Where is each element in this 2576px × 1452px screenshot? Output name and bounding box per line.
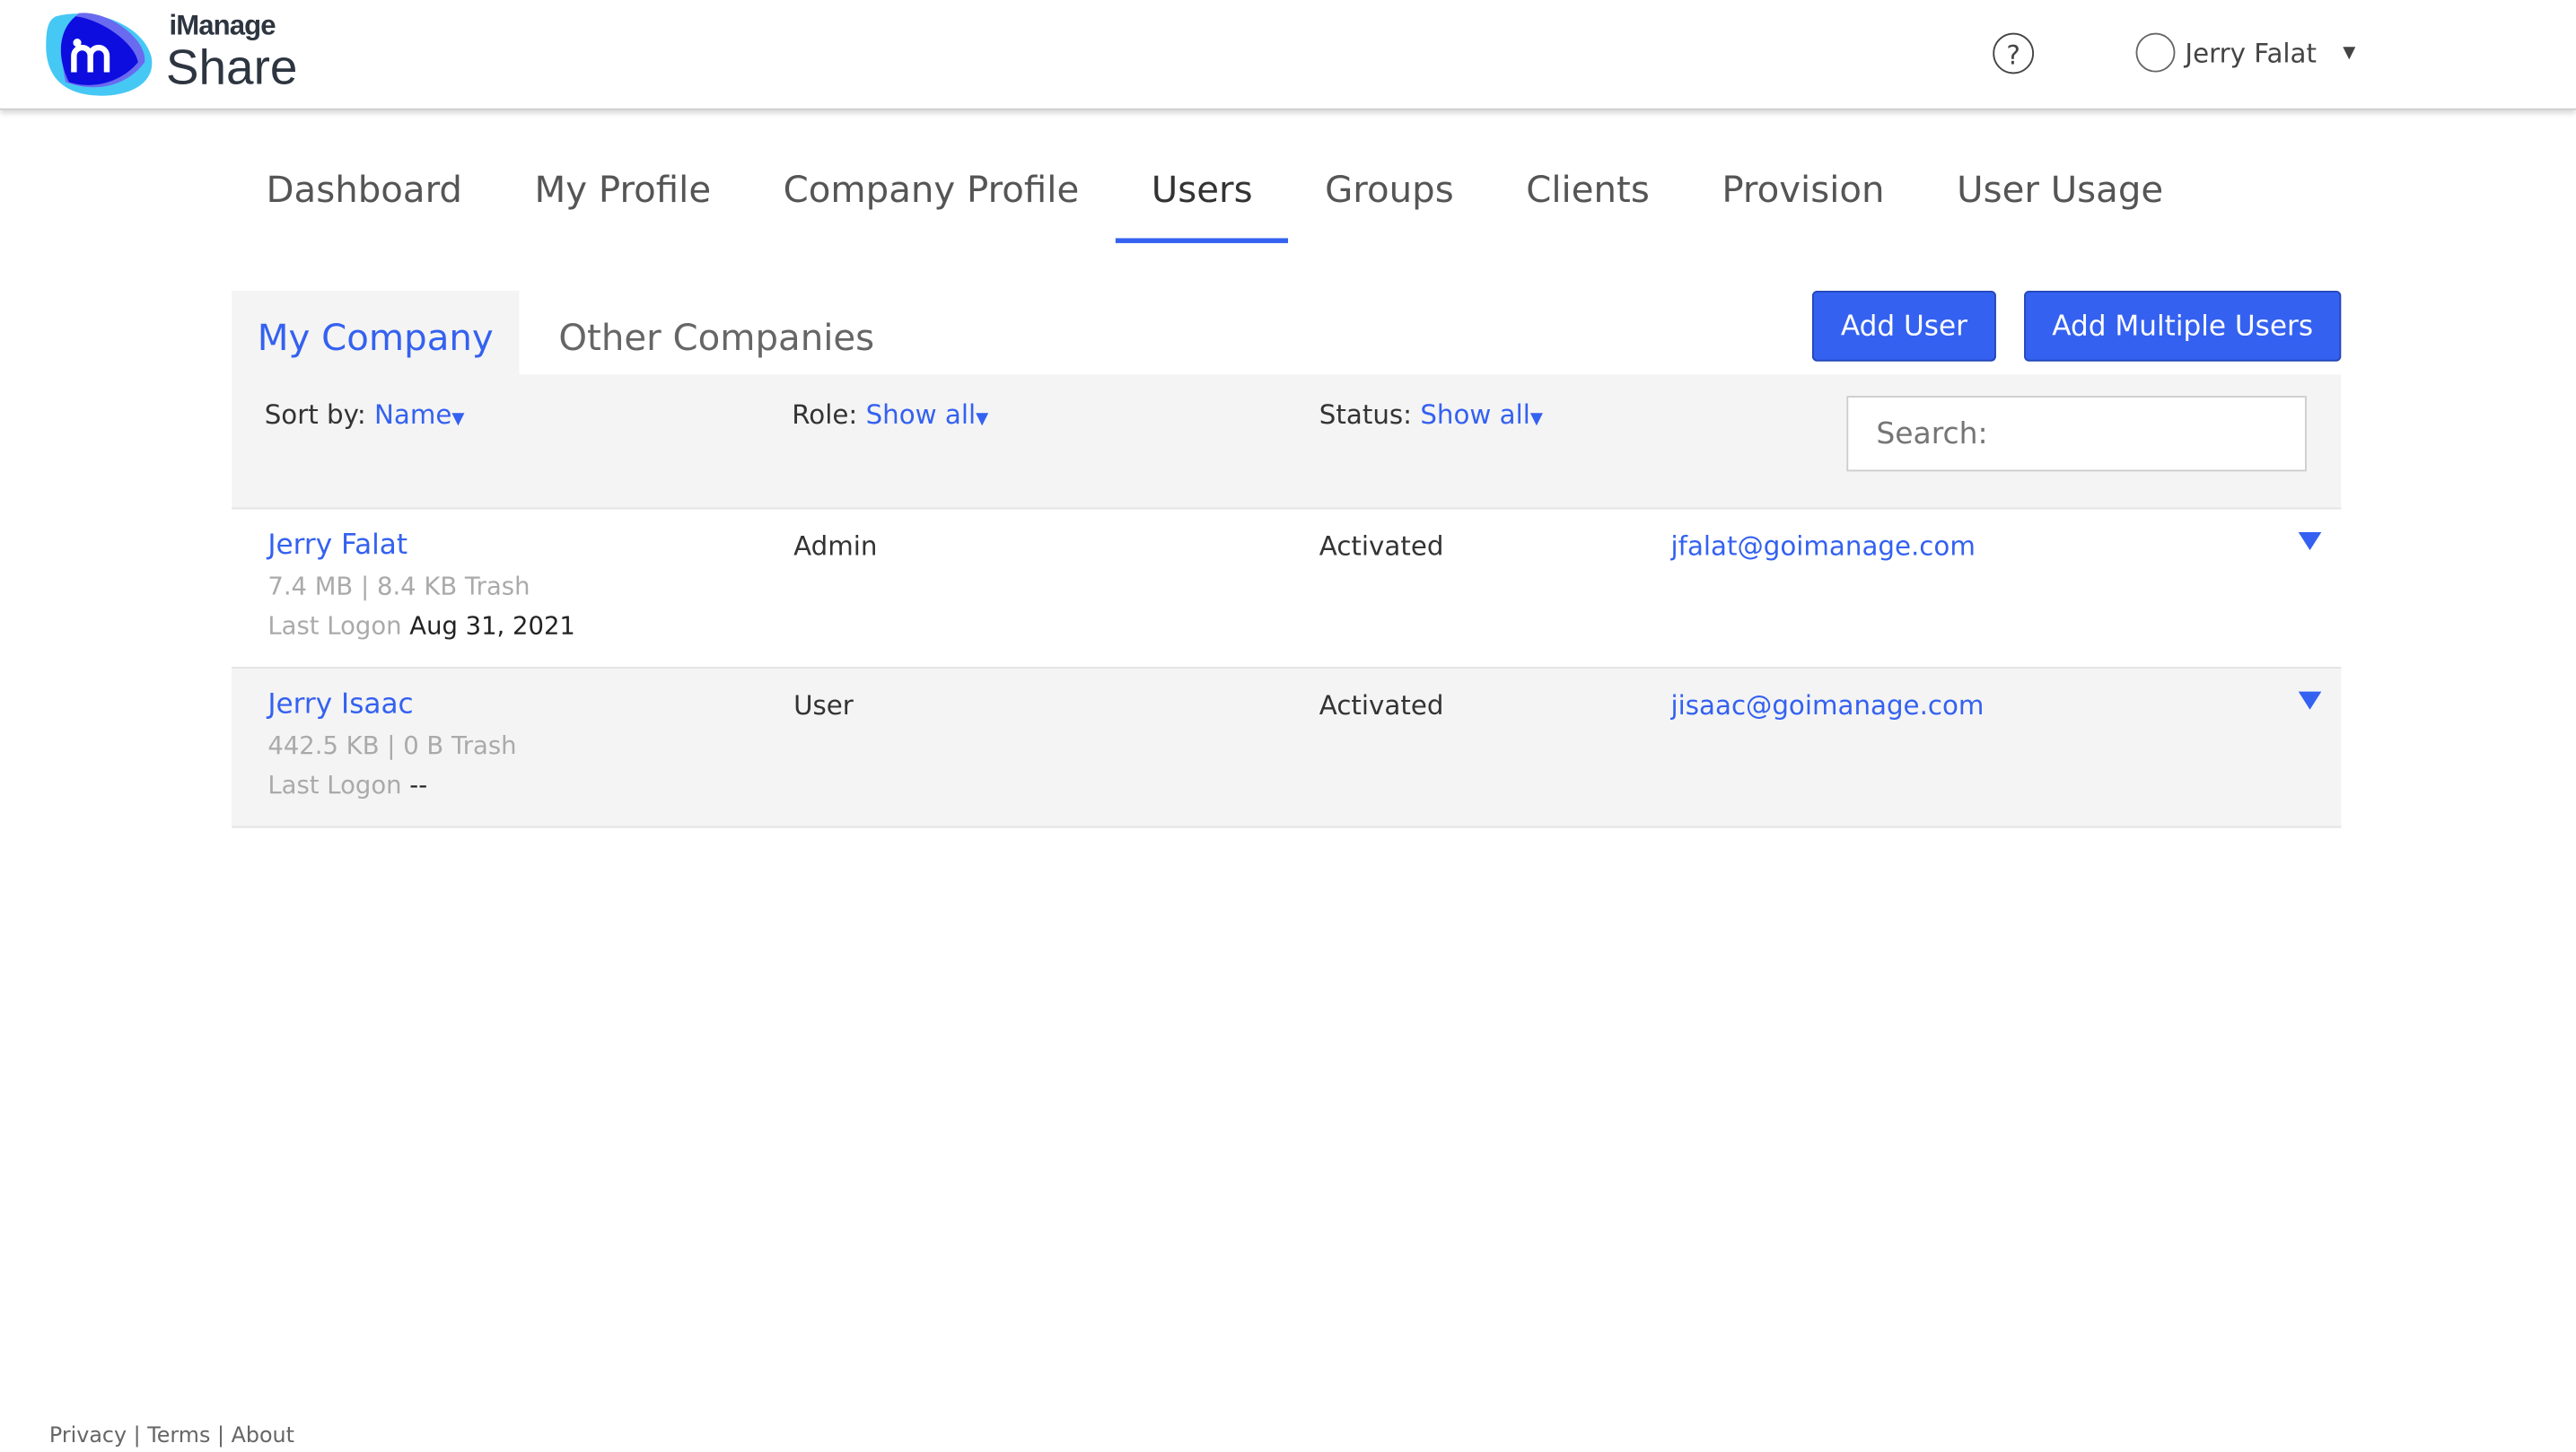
user-storage: 7.4 MB | 8.4 KB Trash	[267, 571, 530, 601]
role-value[interactable]: Show all	[866, 399, 977, 431]
status-filter[interactable]: Status: Show all▼	[1319, 399, 1543, 431]
tab-groups[interactable]: Groups	[1289, 161, 1490, 243]
user-menu[interactable]: Jerry Falat ▼	[2135, 32, 2356, 73]
user-role: User	[793, 689, 854, 722]
sort-filter[interactable]: Sort by: Name▼	[265, 399, 465, 431]
user-name: Jerry Falat	[2185, 37, 2317, 68]
privacy-link[interactable]: Privacy	[49, 1424, 127, 1448]
tab-provision[interactable]: Provision	[1686, 161, 1921, 243]
user-storage: 442.5 KB | 0 B Trash	[267, 730, 517, 761]
user-name-link[interactable]: Jerry Isaac	[267, 688, 413, 722]
last-logon-date: --	[409, 770, 428, 800]
help-icon[interactable]: ?	[1993, 32, 2035, 74]
caret-down-icon: ▼	[1529, 410, 1543, 429]
add-multiple-users-button[interactable]: Add Multiple Users	[2024, 290, 2342, 362]
search-input[interactable]	[1846, 396, 2307, 472]
separator: |	[133, 1423, 141, 1449]
last-logon: Last Logon --	[267, 770, 428, 800]
chevron-down-icon: ▼	[2343, 43, 2356, 62]
last-logon: Last Logon Aug 31, 2021	[267, 610, 575, 641]
user-role: Admin	[793, 530, 878, 562]
user-email-link[interactable]: jfalat@goimanage.com	[1671, 530, 1976, 562]
tab-dashboard[interactable]: Dashboard	[230, 161, 498, 243]
product-name: Share	[165, 40, 298, 96]
sort-label: Sort by:	[264, 398, 366, 431]
tab-user-usage[interactable]: User Usage	[1921, 161, 2200, 243]
separator: |	[216, 1423, 224, 1449]
user-status: Activated	[1319, 689, 1444, 722]
caret-down-icon: ▼	[451, 410, 465, 429]
table-row: Jerry Isaac 442.5 KB | 0 B Trash Last Lo…	[232, 667, 2342, 828]
subtab-my-company[interactable]: My Company	[232, 290, 520, 375]
status-value[interactable]: Show all	[1420, 399, 1530, 431]
tab-my-profile[interactable]: My Profile	[498, 161, 747, 243]
tab-clients[interactable]: Clients	[1490, 161, 1686, 243]
last-logon-date: Aug 31, 2021	[409, 610, 575, 641]
user-status: Activated	[1319, 530, 1444, 562]
row-dropdown-icon[interactable]	[2298, 691, 2322, 710]
imanage-logo-icon[interactable]	[43, 6, 158, 99]
add-user-button[interactable]: Add User	[1811, 290, 1996, 362]
footer: Privacy | Terms | About	[49, 1424, 294, 1448]
brand-name: iManage	[169, 9, 276, 41]
about-link[interactable]: About	[232, 1424, 294, 1448]
user-email-link[interactable]: jisaac@goimanage.com	[1671, 690, 1985, 722]
main-nav: Dashboard My Profile Company Profile Use…	[230, 161, 2199, 243]
user-avatar-icon	[2135, 32, 2176, 73]
tab-users[interactable]: Users	[1115, 161, 1289, 243]
table-row: Jerry Falat 7.4 MB | 8.4 KB Trash Last L…	[232, 507, 2342, 668]
terms-link[interactable]: Terms	[147, 1424, 210, 1448]
caret-down-icon: ▼	[976, 410, 989, 429]
status-label: Status:	[1319, 398, 1412, 431]
subtab-other-companies[interactable]: Other Companies	[558, 291, 874, 374]
role-label: Role:	[792, 398, 858, 431]
top-header: iManage Share ? Jerry Falat ▼	[0, 0, 2576, 110]
sort-value[interactable]: Name	[374, 399, 451, 431]
role-filter[interactable]: Role: Show all▼	[792, 399, 988, 431]
tab-company-profile[interactable]: Company Profile	[747, 161, 1115, 243]
row-dropdown-icon[interactable]	[2298, 532, 2322, 551]
user-name-link[interactable]: Jerry Falat	[267, 529, 407, 562]
